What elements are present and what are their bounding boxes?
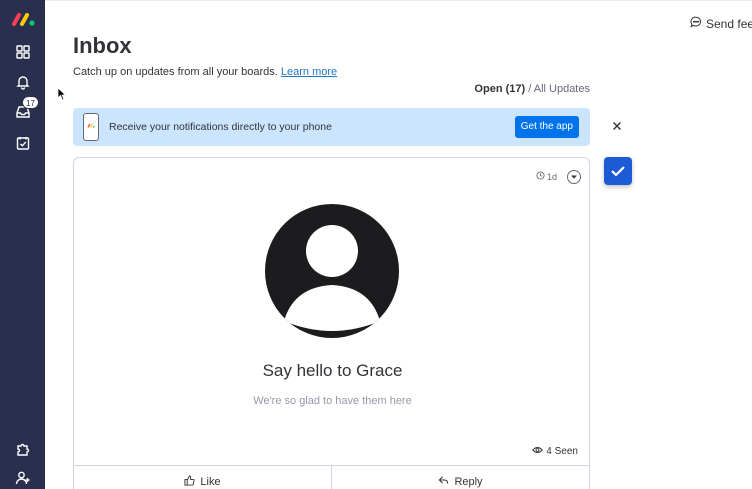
welcome-subheading: We're so glad to have them here (253, 395, 412, 407)
filter-separator: / (528, 83, 532, 95)
puzzle-icon[interactable] (11, 437, 35, 461)
update-time-label: 1d (546, 171, 557, 182)
feedback-icon (690, 16, 702, 31)
left-sidebar: 17 (0, 0, 45, 489)
card-menu-chevron-down-icon[interactable] (567, 170, 581, 184)
clock-icon (536, 171, 545, 182)
phone-icon (83, 113, 99, 141)
eye-icon (532, 446, 544, 457)
my-work-icon[interactable] (11, 131, 35, 155)
avatar (264, 203, 400, 339)
update-time: 1d (536, 171, 557, 182)
get-app-banner: Receive your notifications directly to y… (73, 108, 590, 146)
banner-text: Receive your notifications directly to y… (109, 121, 332, 133)
top-divider (45, 0, 752, 1)
filter-all-updates[interactable]: All Updates (534, 83, 590, 95)
inbox-count-badge: 17 (22, 96, 39, 109)
checkmark-icon (611, 166, 625, 177)
like-label: Like (200, 475, 221, 488)
seen-label: 4 Seen (546, 446, 578, 457)
card-actions: Like Reply (74, 465, 589, 489)
mouse-pointer-icon (57, 87, 67, 101)
subtitle-text: Catch up on updates from all your boards… (73, 66, 278, 78)
reply-label: Reply (454, 475, 483, 488)
page-title: Inbox (73, 33, 132, 58)
seen-count[interactable]: 4 Seen (532, 446, 578, 457)
update-card: 1d Say hello to Grace We're so glad to h… (73, 157, 590, 489)
send-feedback-button[interactable]: Send feed (690, 16, 752, 31)
learn-more-link[interactable]: Learn more (281, 66, 337, 78)
updates-filter: Open (17) / All Updates (474, 83, 590, 95)
page-subtitle: Catch up on updates from all your boards… (73, 66, 337, 78)
reply-button[interactable]: Reply (331, 466, 589, 489)
monday-logo-icon[interactable] (11, 11, 35, 27)
filter-open[interactable]: Open (17) (474, 83, 525, 95)
invite-user-icon[interactable] (11, 466, 35, 489)
like-button[interactable]: Like (74, 466, 331, 489)
welcome-heading: Say hello to Grace (262, 361, 403, 380)
bell-icon[interactable] (11, 70, 35, 94)
get-the-app-button[interactable]: Get the app (514, 116, 579, 138)
mark-as-read-check-button[interactable] (604, 157, 632, 185)
reply-arrow-icon (438, 475, 449, 488)
send-feedback-label: Send feed (706, 16, 752, 31)
grid-icon[interactable] (11, 40, 35, 64)
close-banner-icon[interactable] (610, 119, 624, 133)
thumbs-up-icon (184, 474, 195, 489)
